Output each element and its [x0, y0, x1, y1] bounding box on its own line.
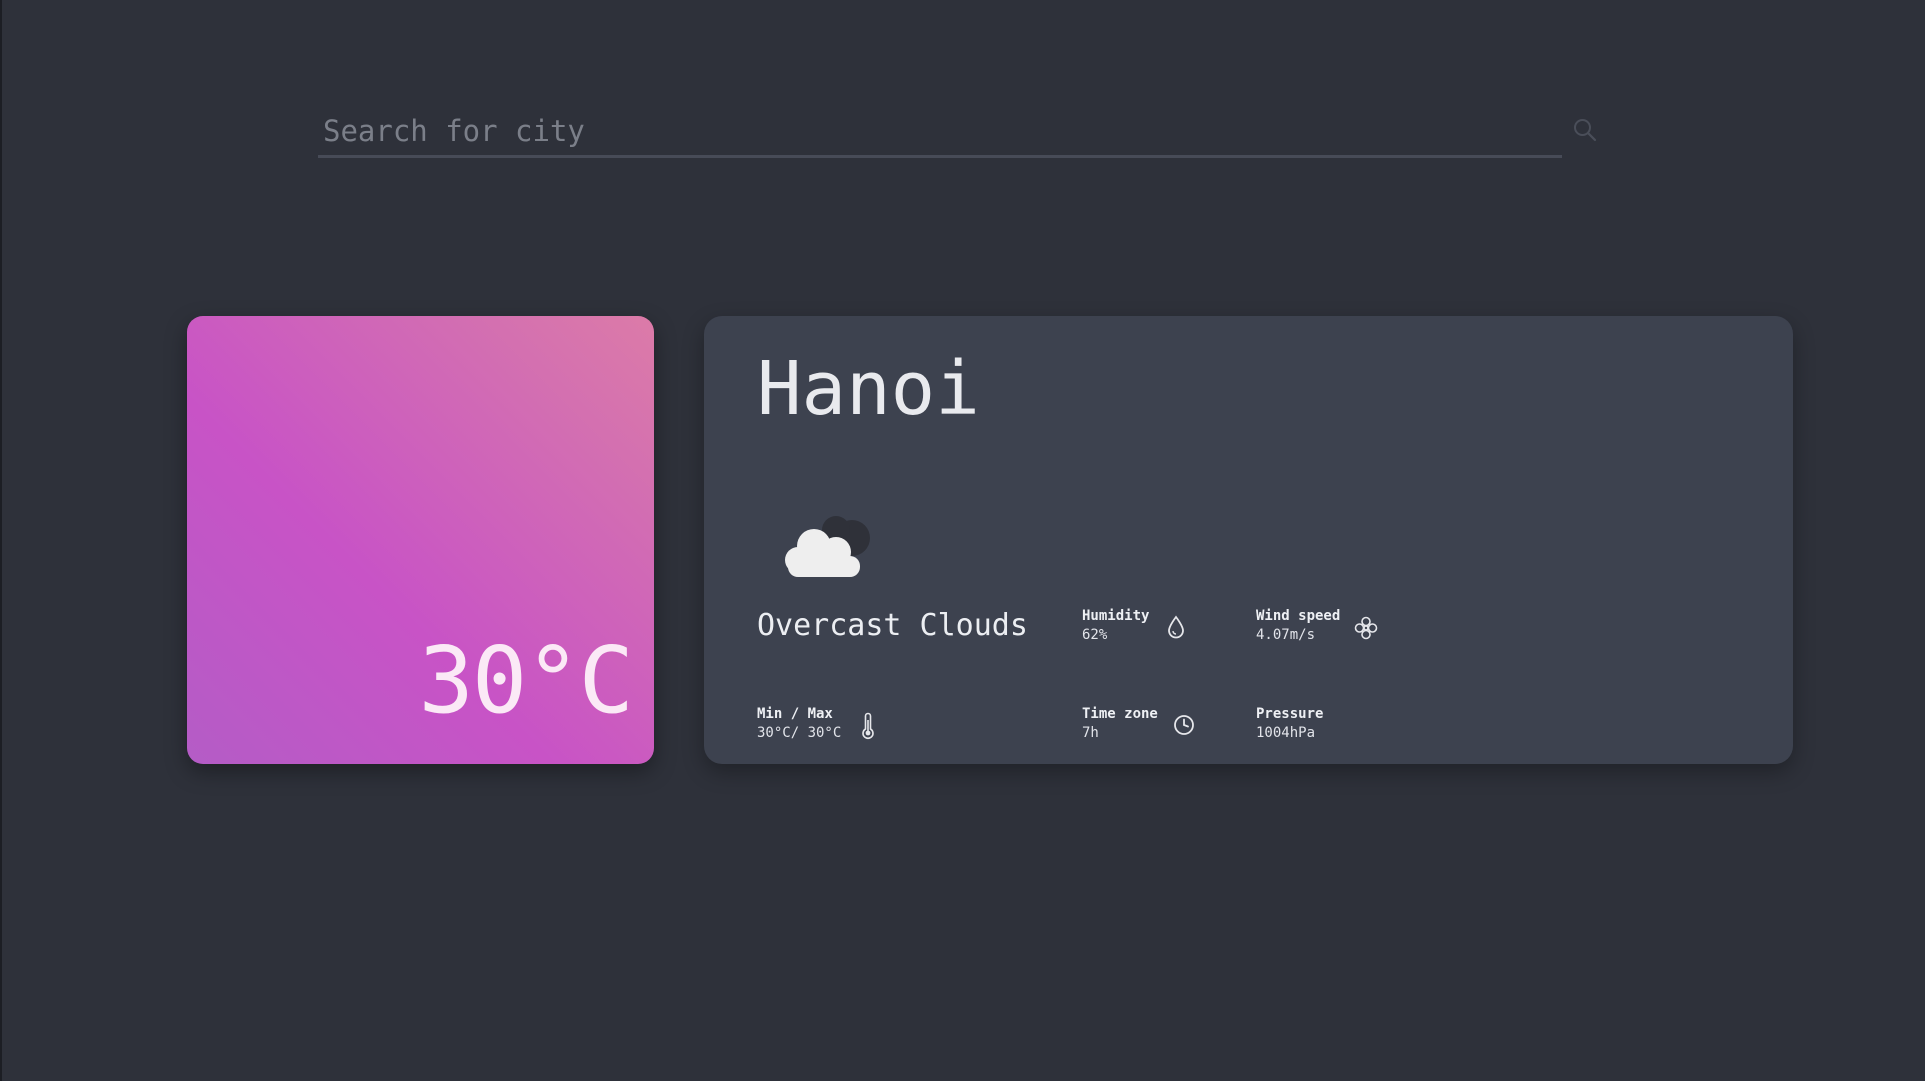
time-zone-metric: Time zone 7h: [1082, 706, 1158, 741]
min-max-value: 30°C/ 30°C: [757, 725, 842, 741]
humidity-value: 62%: [1082, 627, 1108, 643]
wind-speed-value: 4.07m/s: [1256, 627, 1316, 643]
temperature-card: 30°C: [187, 316, 654, 764]
wind-speed-metric: Wind speed 4.07m/s: [1256, 608, 1340, 643]
pressure-metric: Pressure 1004hPa: [1256, 706, 1323, 741]
min-max-metric: Min / Max 30°C/ 30°C: [757, 706, 841, 741]
pressure-value: 1004hPa: [1256, 725, 1316, 741]
city-name: Hanoi: [757, 346, 980, 432]
weather-condition: Overcast Clouds: [757, 608, 1028, 643]
wind-speed-label: Wind speed: [1256, 608, 1341, 624]
thermometer-icon: [861, 712, 875, 740]
weather-info-card: Hanoi Overcast Clouds Humidity 62% Wind …: [704, 316, 1793, 764]
search-input[interactable]: [318, 100, 1562, 155]
humidity-label: Humidity: [1082, 608, 1150, 624]
min-max-label: Min / Max: [757, 706, 833, 722]
droplet-icon: [1166, 615, 1186, 639]
cloud-icon: [774, 508, 884, 588]
time-zone-label: Time zone: [1082, 706, 1158, 722]
temperature-value: 30°C: [418, 627, 634, 734]
humidity-metric: Humidity 62%: [1082, 608, 1149, 643]
pressure-label: Pressure: [1256, 706, 1324, 722]
search-button[interactable]: [1572, 117, 1602, 147]
fan-icon: [1353, 615, 1379, 641]
search-icon: [1572, 119, 1598, 147]
time-zone-value: 7h: [1082, 725, 1099, 741]
weather-app: 30°C Hanoi Overcast Clouds Humidity 62%: [0, 0, 1925, 1081]
search-bar: [318, 100, 1562, 158]
clock-icon: [1172, 713, 1196, 737]
